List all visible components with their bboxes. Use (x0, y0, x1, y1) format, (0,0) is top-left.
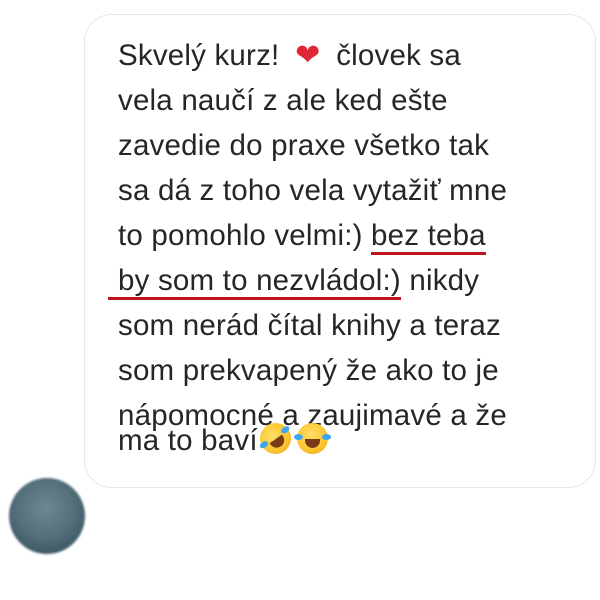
message-line-8: som prekvapený že ako to je (118, 354, 499, 387)
message-line-4: sa dá z toho vela vytažiť mne (118, 174, 508, 207)
message-line-3: zavedie do praxe všetko tak (118, 129, 490, 162)
message-line-10: ma to baví (118, 416, 331, 461)
message-line-5: to pomohlo velmi:) bez teba (118, 218, 486, 255)
face-with-tears-of-joy-emoji-icon (293, 423, 331, 454)
message-text: nikdy (400, 264, 480, 297)
underlined-phrase: bez teba (371, 219, 486, 255)
message-text: človek sa (327, 39, 461, 72)
message-line-1: Skvelý kurz! ❤ človek sa (118, 38, 461, 74)
message-line-7: som nerád čítal knihy a teraz (118, 309, 501, 342)
message-text: ma to baví (118, 424, 258, 457)
underlined-phrase: by som to nezvládol:) (108, 264, 401, 300)
message-line-2: vela naučí z ale ked ešte (118, 84, 448, 117)
message-text: to pomohlo velmi:) (118, 219, 372, 252)
rolling-on-floor-laughing-emoji-icon (253, 416, 297, 461)
red-heart-icon: ❤ (295, 38, 321, 73)
message-line-6: by som to nezvládol:) nikdy (108, 263, 479, 300)
message-text: Skvelý kurz! (118, 39, 288, 72)
avatar[interactable] (9, 478, 85, 554)
